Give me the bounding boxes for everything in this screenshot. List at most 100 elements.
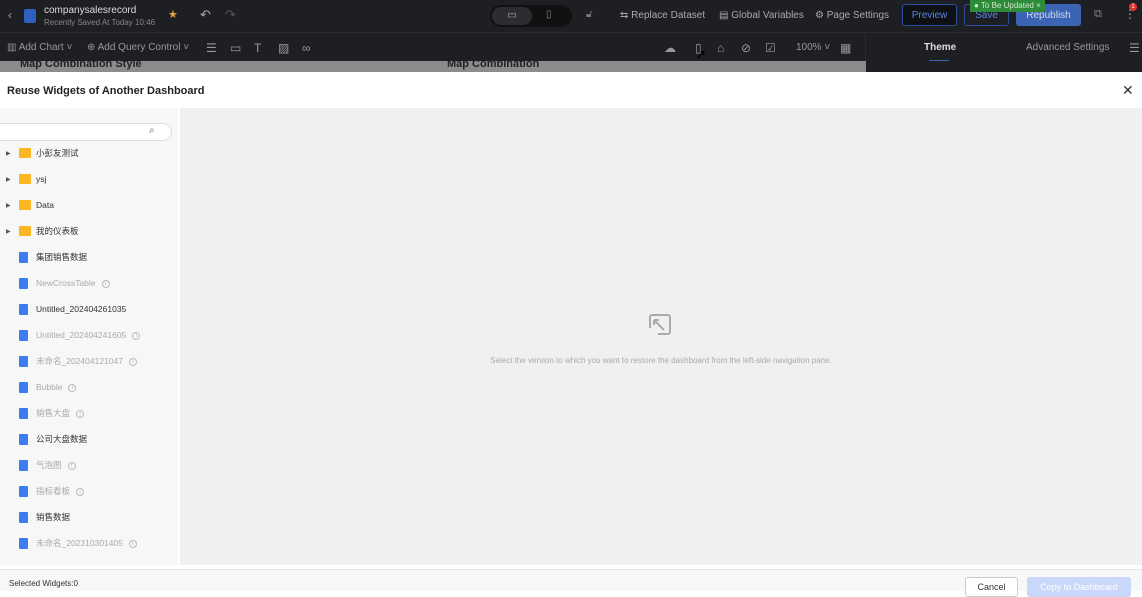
- info-icon[interactable]: i: [68, 383, 77, 392]
- link-icon[interactable]: ∞: [302, 41, 311, 55]
- tree-item-label: 未命名_202404121047 i: [36, 355, 137, 367]
- tree-dashboard-item[interactable]: 公司大盘数据: [0, 429, 178, 449]
- close-icon[interactable]: ✕: [1122, 82, 1134, 99]
- tree-item-label: 销售大盘 i: [36, 407, 85, 419]
- tree-item-text: 集团销售数据: [36, 252, 88, 262]
- preview-pane: Select the version to which you want to …: [180, 108, 1142, 565]
- device-toggle[interactable]: ▭ ▯: [490, 5, 572, 27]
- preview-button[interactable]: Preview: [902, 4, 957, 26]
- info-icon[interactable]: i: [101, 279, 110, 288]
- tree-folder[interactable]: ▶ Data: [0, 195, 178, 215]
- tree-folder[interactable]: ▶ ysj: [0, 169, 178, 189]
- cancel-button[interactable]: Cancel: [965, 577, 1018, 597]
- desktop-icon[interactable]: ▭: [492, 7, 532, 25]
- redo-icon[interactable]: ↷: [225, 7, 236, 23]
- add-chart-button[interactable]: ▥ Add Chart ˅: [7, 42, 72, 53]
- tree-dashboard-item[interactable]: 销售数据: [0, 507, 178, 527]
- tree-item-label: 集团销售数据: [36, 251, 87, 263]
- info-icon[interactable]: i: [76, 487, 85, 496]
- to-be-updated-toast: ● To Be Updated ×: [970, 0, 1045, 12]
- back-icon[interactable]: ‹: [8, 8, 12, 22]
- settings-panel: [866, 61, 1142, 72]
- search-icon[interactable]: ⌕: [149, 125, 155, 136]
- tree-dashboard-item[interactable]: 指标看板 i: [0, 481, 178, 501]
- share-icon[interactable]: ⧉: [1094, 8, 1102, 21]
- info-icon[interactable]: i: [67, 461, 76, 470]
- info-icon[interactable]: i: [128, 357, 137, 366]
- add-chart-label: Add Chart: [18, 42, 64, 53]
- dashboard-file-icon: [19, 537, 28, 549]
- text-icon[interactable]: T: [254, 41, 261, 55]
- tree-dashboard-item[interactable]: 集团销售数据: [0, 247, 178, 267]
- expand-caret-icon[interactable]: ▶: [6, 228, 11, 235]
- tree-dashboard-item[interactable]: NewCrossTable i: [0, 273, 178, 293]
- tree-item-label: Untitled_202404241605 i: [36, 330, 141, 340]
- tree-item-text: Untitled_202404241605: [36, 330, 127, 340]
- tree-dashboard-item[interactable]: 销售大盘 i: [0, 403, 178, 423]
- search-input[interactable]: ⌕: [0, 123, 172, 141]
- tree-item-label: Bubble i: [36, 382, 77, 392]
- cloud-icon[interactable]: ☁: [664, 41, 676, 55]
- global-variables-label: Global Variables: [731, 10, 804, 21]
- tree-item-text: 我的仪表板: [36, 226, 79, 236]
- tree-dashboard-item[interactable]: Bubble i: [0, 377, 178, 397]
- tree-item-text: 销售数据: [36, 512, 71, 522]
- tree-item-text: ysj: [36, 174, 47, 184]
- expand-caret-icon[interactable]: ▶: [6, 150, 11, 157]
- info-icon[interactable]: i: [132, 331, 141, 340]
- settings-panel-tabs: Theme Advanced Settings ☰: [865, 33, 1142, 63]
- tree-dashboard-item[interactable]: 气泡图 i: [0, 455, 178, 475]
- tree-item-text: 气泡图: [36, 460, 62, 470]
- tree-item-label: 销售数据: [36, 511, 70, 523]
- layout-icon[interactable]: ▦: [840, 41, 851, 55]
- dashboard-file-icon: [19, 485, 28, 497]
- dashboard-file-icon: [19, 329, 28, 341]
- toast-text: To Be Updated: [980, 1, 1034, 10]
- tab-theme[interactable]: Theme: [924, 42, 956, 53]
- tree-item-label: 小彭友测试: [36, 147, 79, 159]
- dashboard-file-icon: [19, 251, 28, 263]
- tree-item-label: 我的仪表板: [36, 225, 79, 237]
- tree-item-label: 未命名_202310301405 i: [36, 537, 137, 549]
- tree-dashboard-item[interactable]: Untitled_202404241605 i: [0, 325, 178, 345]
- add-query-control-button[interactable]: ⊕ Add Query Control ˅: [87, 42, 189, 53]
- tree-folder[interactable]: ▶ 我的仪表板: [0, 221, 178, 241]
- tree-dashboard-item[interactable]: 未命名_202404121047 i: [0, 351, 178, 371]
- undo-icon[interactable]: ↶: [200, 7, 211, 23]
- copy-to-dashboard-button[interactable]: Copy to Dashboard: [1027, 577, 1131, 597]
- tab-component-icon[interactable]: ☰: [206, 41, 217, 55]
- top-bar: ‹ companysalesrecord Recently Saved At T…: [0, 0, 1142, 32]
- selected-widgets-count: Selected Widgets:0: [9, 579, 78, 588]
- tree-folder[interactable]: ▶ 小彭友测试: [0, 143, 178, 163]
- container-icon[interactable]: ▭: [230, 41, 241, 55]
- dashboard-file-icon: [19, 303, 28, 315]
- brush-icon[interactable]: ⌂: [717, 41, 724, 55]
- tree-dashboard-item[interactable]: 未命名_202310301405 i: [0, 533, 178, 553]
- info-icon[interactable]: i: [128, 539, 137, 548]
- expand-caret-icon[interactable]: ▶: [6, 176, 11, 183]
- mouse-cursor: ➚: [695, 46, 707, 62]
- lock-icon[interactable]: 🔓︎: [586, 9, 592, 20]
- tree-item-label: 公司大盘数据: [36, 433, 87, 445]
- checklist-icon[interactable]: ☑: [765, 41, 776, 55]
- info-icon[interactable]: i: [76, 409, 85, 418]
- replace-dataset-button[interactable]: ⇆ Replace Dataset: [620, 10, 705, 21]
- page-settings-button[interactable]: ⚙ Page Settings: [815, 10, 889, 21]
- expand-caret-icon[interactable]: ▶: [6, 202, 11, 209]
- dashboard-file-icon: [19, 277, 28, 289]
- zoom-select[interactable]: 100% ˅: [796, 42, 830, 53]
- mobile-icon[interactable]: ▯: [546, 9, 552, 20]
- dashboard-file-icon: [19, 355, 28, 367]
- collapse-panel-icon[interactable]: ☰: [1129, 41, 1140, 55]
- dashboard-title: companysalesrecord: [44, 5, 137, 16]
- tab-advanced-settings[interactable]: Advanced Settings: [1026, 42, 1109, 53]
- image-icon[interactable]: ▨: [278, 41, 289, 55]
- tree-dashboard-item[interactable]: Untitled_202404261035: [0, 299, 178, 319]
- dashboard-file-icon: [19, 381, 28, 393]
- hide-icon[interactable]: ⊘: [741, 41, 751, 55]
- global-variables-button[interactable]: ▤ Global Variables: [719, 10, 804, 21]
- star-icon[interactable]: ★: [168, 8, 178, 21]
- tree-item-text: 未命名_202404121047: [36, 356, 123, 366]
- dashboard-file-icon: [19, 459, 28, 471]
- empty-state-text: Select the version to which you want to …: [490, 356, 832, 365]
